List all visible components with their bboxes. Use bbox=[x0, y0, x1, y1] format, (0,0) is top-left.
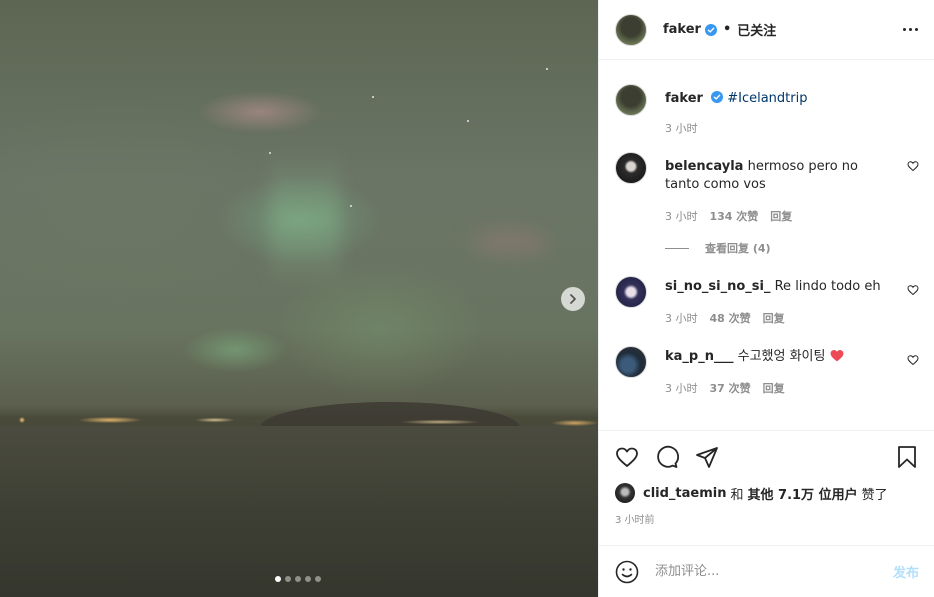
aurora-streak bbox=[270, 150, 340, 290]
next-image-button[interactable] bbox=[561, 287, 585, 311]
more-options-icon[interactable] bbox=[903, 28, 918, 31]
star bbox=[372, 96, 374, 98]
carousel-dots bbox=[275, 576, 321, 582]
action-bar bbox=[599, 431, 934, 483]
likes-others-button[interactable]: 其他 7.1万 位用户 bbox=[748, 484, 858, 503]
commenter-avatar[interactable] bbox=[615, 152, 647, 184]
comment-item: si_no_si_no_si_ Re lindo todo eh 3 小时 48… bbox=[615, 276, 919, 328]
likes-summary: clid_taemin 和 其他 7.1万 位用户 赞了 bbox=[599, 483, 934, 503]
reply-button[interactable]: 回复 bbox=[770, 208, 792, 226]
emoji-smiley-icon[interactable] bbox=[615, 560, 639, 584]
follow-status-button[interactable]: 已关注 bbox=[737, 20, 776, 39]
like-comment-icon[interactable] bbox=[907, 160, 919, 172]
carousel-dot bbox=[315, 576, 321, 582]
reply-button[interactable]: 回复 bbox=[763, 380, 785, 398]
commenter-avatar[interactable] bbox=[615, 346, 647, 378]
comment-time: 3 小时 bbox=[665, 312, 698, 325]
view-replies-label: 查看回复 (4) bbox=[705, 242, 771, 255]
comment-item: ka_p_n___ 수고했엉 화이팅 3 小时 37 次赞 回复 bbox=[615, 346, 919, 398]
caption-username[interactable]: faker bbox=[665, 91, 703, 106]
commenter-username[interactable]: ka_p_n___ bbox=[665, 349, 733, 364]
header-separator: • bbox=[722, 22, 732, 37]
post-header: faker • 已关注 bbox=[599, 0, 934, 60]
comment-text: Re lindo todo eh bbox=[774, 279, 881, 294]
carousel-dot bbox=[275, 576, 281, 582]
comment-bubble-icon[interactable] bbox=[655, 445, 679, 469]
commenter-username[interactable]: belencayla bbox=[665, 159, 743, 174]
view-replies-button[interactable]: 查看回复 (4) bbox=[665, 240, 919, 256]
post-comment-button[interactable]: 发布 bbox=[893, 562, 919, 581]
likes-and: 和 bbox=[730, 487, 744, 503]
like-comment-icon[interactable] bbox=[907, 284, 919, 296]
add-comment-bar: 发布 bbox=[599, 545, 934, 597]
commenter-avatar[interactable] bbox=[615, 276, 647, 308]
shore-lights bbox=[0, 414, 598, 426]
comment-likes[interactable]: 37 次赞 bbox=[710, 380, 751, 398]
hashtag-link[interactable]: #Icelandtrip bbox=[727, 91, 807, 106]
verified-badge-icon bbox=[711, 91, 724, 103]
replies-divider bbox=[665, 247, 689, 249]
comment-text: 수고했엉 화이팅 bbox=[737, 349, 826, 364]
carousel-dot bbox=[295, 576, 301, 582]
comments-list[interactable]: faker #Icelandtrip 3 小时 belencayla hermo… bbox=[599, 60, 934, 430]
save-bookmark-icon[interactable] bbox=[895, 445, 919, 469]
red-heart-emoji-icon bbox=[830, 349, 844, 362]
chevron-right-icon bbox=[570, 294, 576, 304]
post-side-panel: faker • 已关注 faker #Icelandtrip 3 小时 bele… bbox=[598, 0, 934, 597]
liker-username[interactable]: clid_taemin bbox=[643, 486, 726, 501]
share-paper-plane-icon[interactable] bbox=[695, 445, 719, 469]
water bbox=[0, 426, 598, 597]
post-actions-section: clid_taemin 和 其他 7.1万 位用户 赞了 3 小时前 bbox=[599, 430, 934, 526]
cloud bbox=[470, 230, 550, 254]
caption: faker #Icelandtrip 3 小时 bbox=[615, 84, 919, 138]
comment-time: 3 小时 bbox=[665, 382, 698, 395]
star bbox=[467, 120, 469, 122]
comment-input[interactable] bbox=[655, 564, 893, 579]
caption-time: 3 小时 bbox=[665, 122, 698, 135]
commenter-username[interactable]: si_no_si_no_si_ bbox=[665, 279, 770, 294]
author-avatar[interactable] bbox=[615, 84, 647, 116]
comment-item: belencayla hermoso pero no tanto como vo… bbox=[615, 152, 919, 226]
liker-avatar[interactable] bbox=[615, 483, 635, 503]
comment-time: 3 小时 bbox=[665, 210, 698, 223]
likes-liked-label: 赞了 bbox=[861, 487, 888, 503]
comment-likes[interactable]: 48 次赞 bbox=[710, 310, 751, 328]
star bbox=[269, 152, 271, 154]
like-comment-icon[interactable] bbox=[907, 354, 919, 366]
comment-likes[interactable]: 134 次赞 bbox=[710, 208, 759, 226]
author-avatar[interactable] bbox=[615, 13, 647, 46]
reply-button[interactable]: 回复 bbox=[763, 310, 785, 328]
post-photo[interactable] bbox=[0, 0, 598, 597]
post-timestamp[interactable]: 3 小时前 bbox=[599, 503, 934, 526]
carousel-dot bbox=[305, 576, 311, 582]
like-heart-icon[interactable] bbox=[615, 445, 639, 469]
star bbox=[546, 68, 548, 70]
verified-badge-icon bbox=[704, 23, 717, 36]
author-username[interactable]: faker bbox=[663, 22, 701, 37]
star bbox=[350, 205, 352, 207]
carousel-dot bbox=[285, 576, 291, 582]
